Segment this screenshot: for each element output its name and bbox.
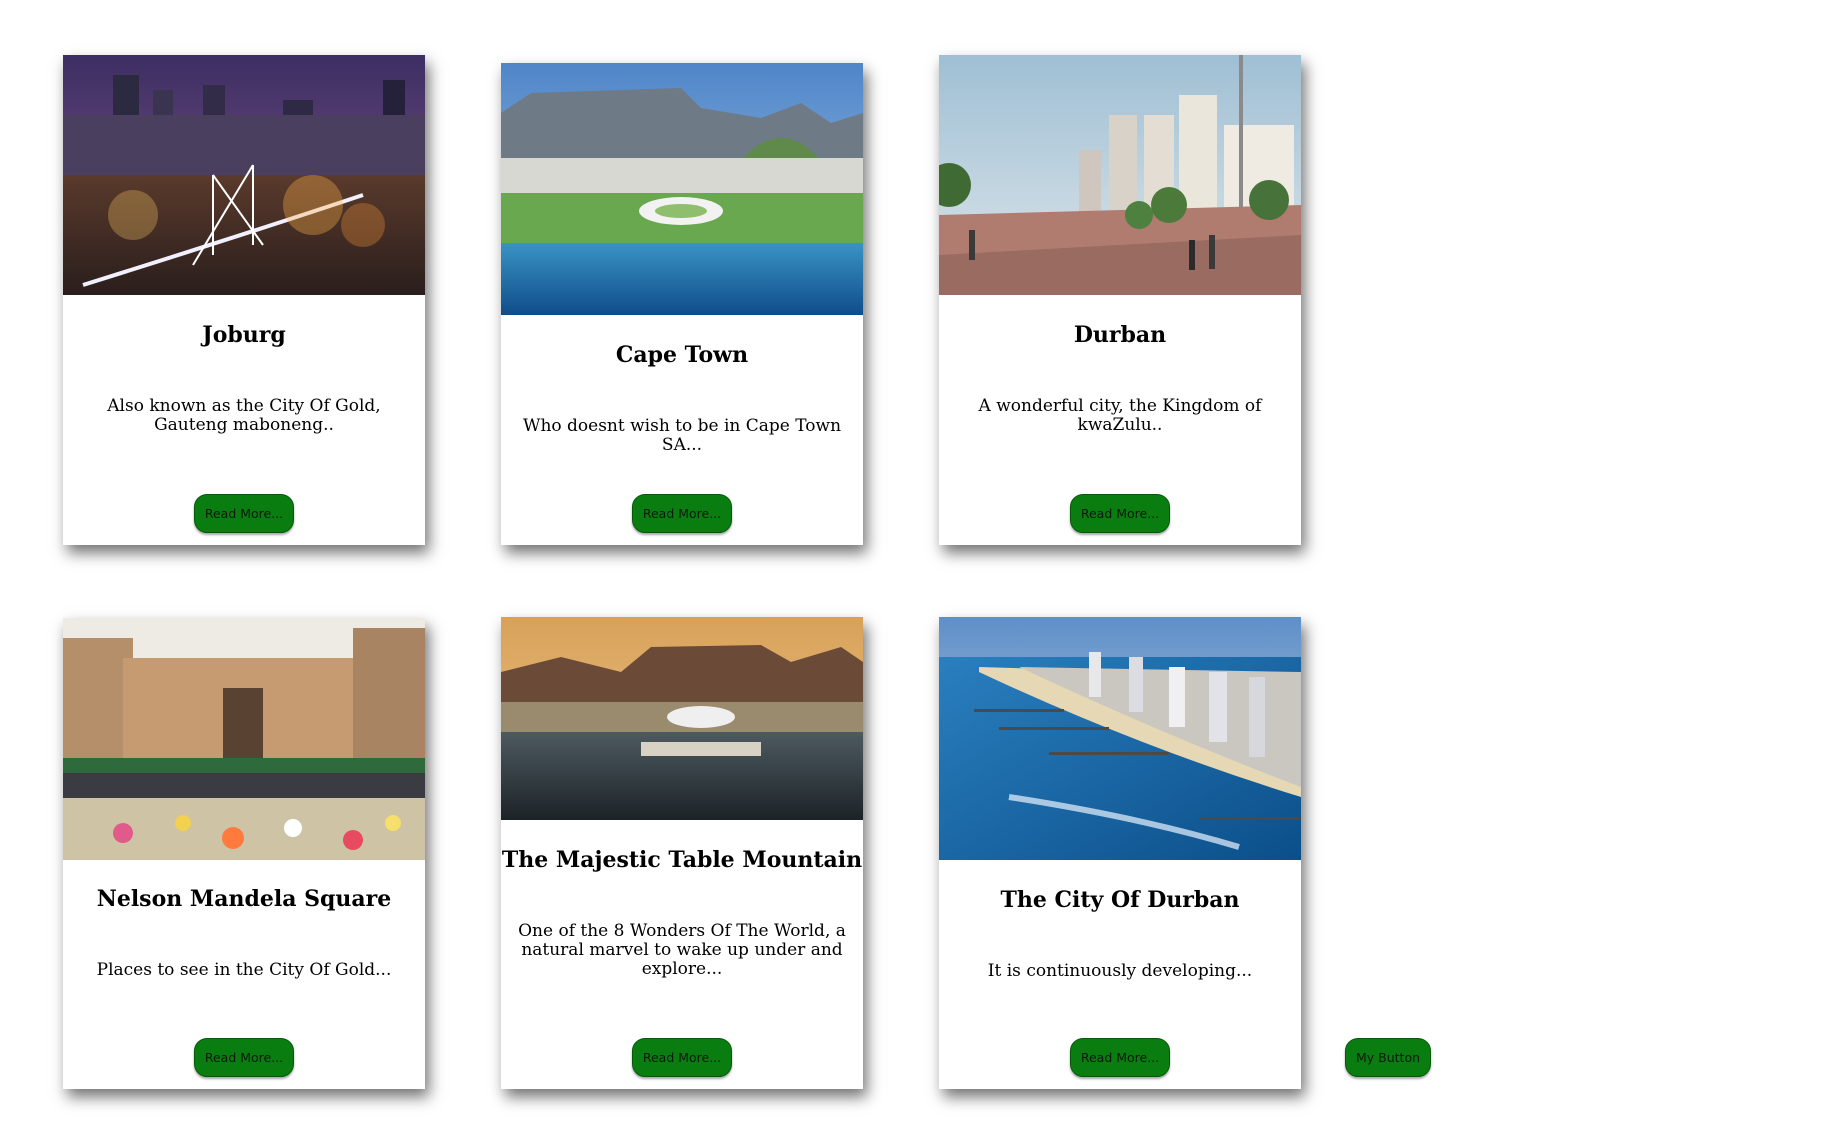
- joburg-image: [63, 55, 425, 295]
- card-description: Also known as the City Of Gold, Gauteng …: [107, 396, 381, 435]
- card-description: One of the 8 Wonders Of The World, a nat…: [518, 921, 846, 979]
- card-description: A wonderful city, the Kingdom of kwaZulu…: [978, 396, 1262, 435]
- read-more-button[interactable]: Read More...: [1070, 1038, 1170, 1077]
- card-city-of-durban: The City Of Durban It is continuously de…: [939, 617, 1301, 1089]
- read-more-button[interactable]: Read More...: [1070, 494, 1170, 533]
- card-title: The City Of Durban: [1000, 887, 1240, 913]
- card-cape-town: Cape Town Who doesnt wish to be in Cape …: [501, 63, 863, 545]
- card-nelson-mandela-square: Nelson Mandela Square Places to see in t…: [63, 618, 425, 1089]
- card-title: Nelson Mandela Square: [96, 886, 392, 912]
- cape-town-image: [501, 63, 863, 315]
- city-of-durban-image: [939, 617, 1301, 860]
- card-description: It is continuously developing...: [987, 961, 1253, 981]
- table-mountain-image: [501, 617, 863, 820]
- card-title: The Majestic Table Mountain: [501, 847, 863, 873]
- nelson-mandela-square-image: [63, 618, 425, 860]
- card-table-mountain: The Majestic Table Mountain One of the 8…: [501, 617, 863, 1089]
- read-more-button[interactable]: Read More...: [632, 1038, 732, 1077]
- card-title: Cape Town: [615, 342, 749, 368]
- my-button[interactable]: My Button: [1345, 1038, 1431, 1077]
- read-more-button[interactable]: Read More...: [632, 494, 732, 533]
- card-title: Durban: [1073, 322, 1167, 348]
- card-durban: Durban A wonderful city, the Kingdom of …: [939, 55, 1301, 545]
- read-more-button[interactable]: Read More...: [194, 1038, 294, 1077]
- read-more-button[interactable]: Read More...: [194, 494, 294, 533]
- durban-image: [939, 55, 1301, 295]
- card-title: Joburg: [202, 322, 286, 348]
- card-description: Who doesnt wish to be in Cape Town SA...: [522, 416, 842, 455]
- card-description: Places to see in the City Of Gold...: [96, 960, 392, 980]
- card-joburg: Joburg Also known as the City Of Gold, G…: [63, 55, 425, 545]
